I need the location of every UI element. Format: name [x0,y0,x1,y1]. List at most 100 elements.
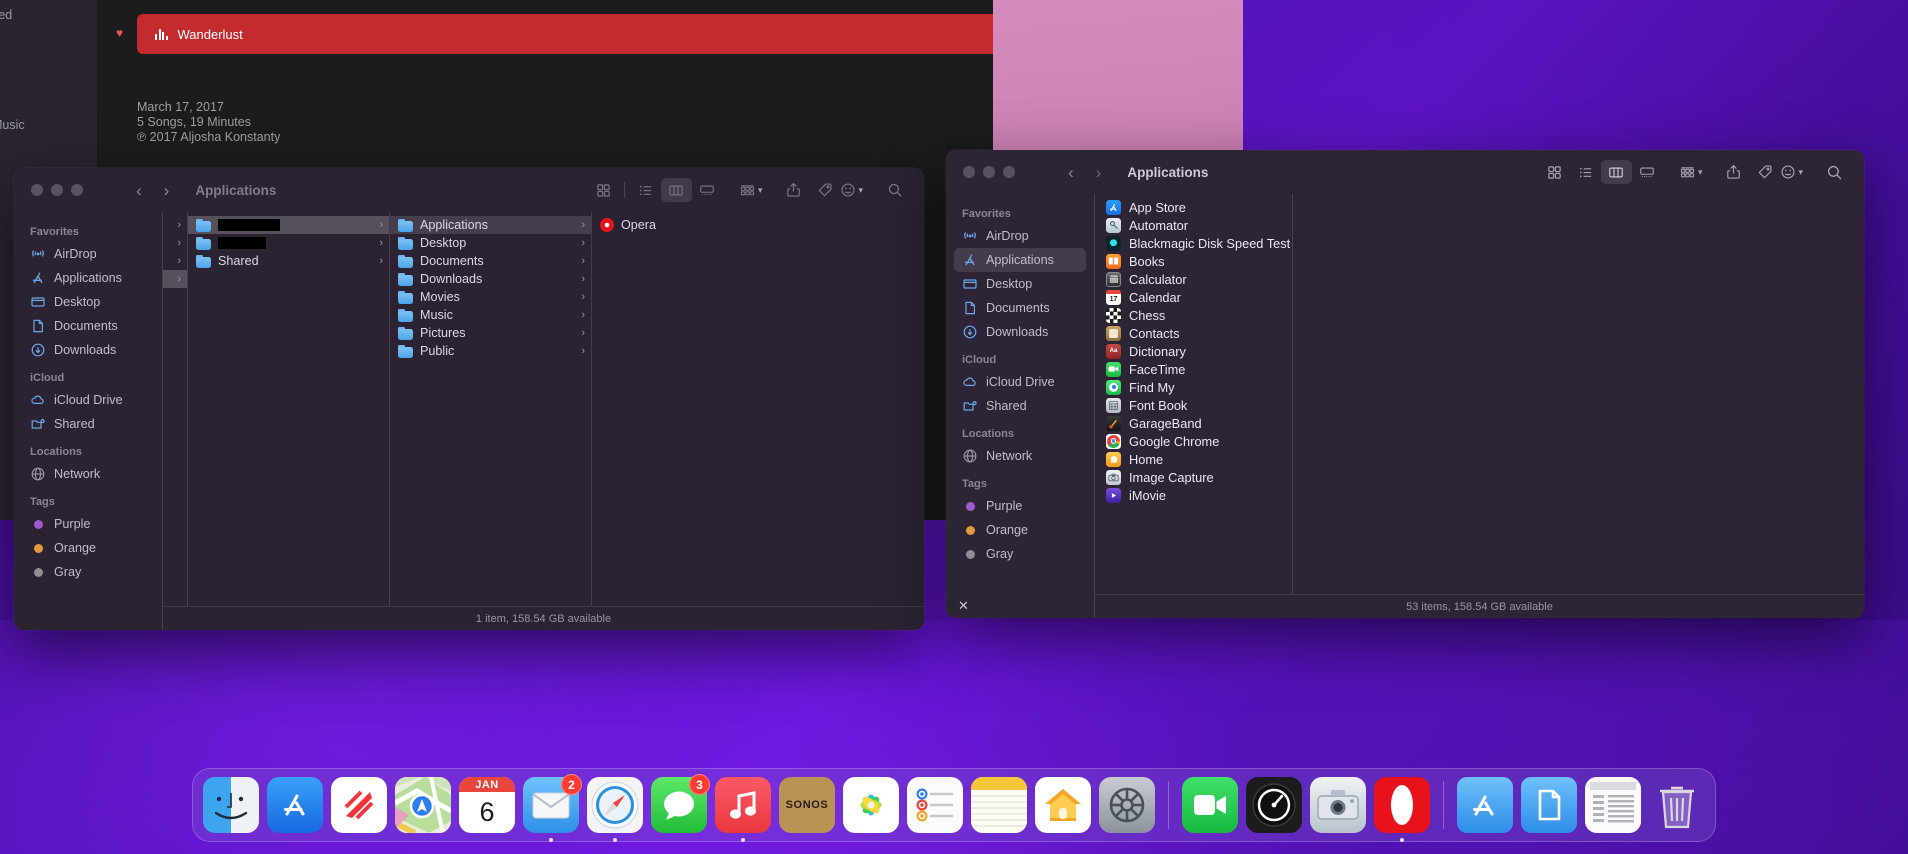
sidebar-item-desktop[interactable]: Desktop [22,290,154,314]
music-icon[interactable] [715,777,771,842]
music-sidebar-item-recently-played[interactable]: yed [0,8,12,22]
list-item[interactable]: Font Book [1095,396,1292,414]
column-row-desktop[interactable]: Desktop › [390,234,591,252]
maps-icon[interactable] [395,777,451,833]
preview-column[interactable] [1293,194,1864,594]
safari-icon[interactable] [587,777,643,842]
forward-button[interactable]: › [164,182,170,199]
column-row-music[interactable]: Music › [390,306,591,324]
tags-icon[interactable] [809,178,840,202]
column-row-documents[interactable]: Documents › [390,252,591,270]
applications-folder-icon[interactable] [1457,777,1513,833]
gallery-view-icon[interactable] [692,178,723,202]
list-item[interactable]: Find My [1095,378,1292,396]
list-view-icon[interactable] [1570,160,1601,184]
tags-icon[interactable] [1749,160,1780,184]
sidebar-item-network[interactable]: Network [954,444,1086,468]
finder-2-nav[interactable]: ‹ › [1068,164,1101,181]
sidebar-item-applications[interactable]: Applications [954,248,1086,272]
facetime-icon[interactable] [1182,777,1238,833]
grid-view-icon[interactable] [588,178,619,202]
column-row-pictures[interactable]: Pictures › [390,324,591,342]
column-3[interactable]: Opera [592,212,924,606]
finder-2-traffic-lights[interactable] [946,166,1046,178]
actions-icon[interactable]: ▾ [1780,160,1803,184]
column-row-arrow-selected[interactable]: › [163,270,187,288]
photos-icon[interactable] [843,777,899,833]
app-store-icon[interactable] [267,777,323,833]
finder-1-nav[interactable]: ‹ › [136,182,169,199]
list-item[interactable]: iMovie [1095,486,1292,504]
messages-icon[interactable]: 3 [651,774,710,833]
close-icon[interactable]: ✕ [958,598,969,614]
list-view-icon[interactable] [630,178,661,202]
sidebar-item-airdrop[interactable]: AirDrop [954,224,1086,248]
list-item[interactable]: Books [1095,252,1292,270]
finder-1-sidebar[interactable]: Favorites AirDrop Applications Desktop D… [14,212,162,630]
column-row-downloads[interactable]: Downloads › [390,270,591,288]
sidebar-item-tag-purple[interactable]: Purple [22,512,154,536]
sidebar-item-icloud-drive[interactable]: iCloud Drive [22,388,154,412]
list-item[interactable]: Calculator [1095,270,1292,288]
maximize-button[interactable] [1003,166,1015,178]
sidebar-item-tag-purple[interactable]: Purple [954,494,1086,518]
actions-icon[interactable]: ▾ [840,178,863,202]
sonos-icon[interactable]: SONOS [779,777,835,833]
column-row-redacted-2[interactable]: › [188,234,389,252]
column-row-movies[interactable]: Movies › [390,288,591,306]
sidebar-item-desktop[interactable]: Desktop [954,272,1086,296]
list-item[interactable]: FaceTime [1095,360,1292,378]
documents-folder-icon[interactable] [1521,777,1577,833]
finder-1-toolbar[interactable]: ▾ ▾ [588,178,924,202]
search-icon[interactable] [879,178,910,202]
close-button[interactable] [31,184,43,196]
system-preferences-icon[interactable] [1099,777,1155,833]
column-row-arrow[interactable]: › [163,234,187,252]
mail-icon[interactable]: 2 [523,774,582,842]
sidebar-item-shared[interactable]: Shared [22,412,154,436]
reminders-icon[interactable] [907,777,963,833]
share-icon[interactable] [778,178,809,202]
grid-view-icon[interactable] [1539,160,1570,184]
list-item[interactable]: Automator [1095,216,1292,234]
search-icon[interactable] [1819,160,1850,184]
list-item[interactable]: Chess [1095,306,1292,324]
list-item[interactable]: GarageBand [1095,414,1292,432]
column-row-arrow[interactable]: › [163,216,187,234]
finder-2-titlebar[interactable]: ‹ › Applications ▾ ▾ [946,150,1864,194]
column-row-public[interactable]: Public › [390,342,591,360]
opera-icon[interactable] [1374,777,1430,842]
maximize-button[interactable] [71,184,83,196]
notes-icon[interactable] [971,777,1027,833]
applications-list-column[interactable]: App Store Automator Blackmagic Disk Spee… [1095,194,1293,594]
sidebar-item-airdrop[interactable]: AirDrop [22,242,154,266]
share-icon[interactable] [1718,160,1749,184]
finder-window-1[interactable]: ‹ › Applications ▾ ▾ Favorites AirDrop A… [14,168,924,630]
downloads-stack-icon[interactable] [1585,777,1641,833]
column-row-arrow[interactable]: › [163,252,187,270]
gallery-view-icon[interactable] [1632,160,1663,184]
column-row-opera[interactable]: Opera [592,216,924,234]
column-row-redacted-1[interactable]: › [188,216,389,234]
column-view-icon[interactable] [1600,160,1632,184]
sidebar-item-downloads[interactable]: Downloads [22,338,154,362]
column-0-partial[interactable]: › › › › [163,212,188,606]
column-view-icon[interactable] [660,178,692,202]
music-sidebar-item-music[interactable]: Music [0,118,25,132]
finder-1-titlebar[interactable]: ‹ › Applications ▾ ▾ [14,168,924,212]
sidebar-item-applications[interactable]: Applications [22,266,154,290]
sidebar-item-tag-orange[interactable]: Orange [954,518,1086,542]
column-2[interactable]: Applications › Desktop › Documents › Dow… [390,212,592,606]
list-item[interactable]: Image Capture [1095,468,1292,486]
calendar-icon[interactable]: JAN 6 [459,777,515,833]
group-by-icon[interactable]: ▾ [1679,160,1702,184]
image-capture-icon[interactable] [1310,777,1366,833]
column-1[interactable]: › › Shared › [188,212,390,606]
forward-button[interactable]: › [1096,164,1102,181]
list-item[interactable]: Aa Dictionary [1095,342,1292,360]
trash-icon[interactable] [1649,777,1705,833]
sidebar-item-tag-gray[interactable]: Gray [954,542,1086,566]
sidebar-item-tag-gray[interactable]: Gray [22,560,154,584]
finder-window-2[interactable]: ‹ › Applications ▾ ▾ Favorites AirDrop A… [946,150,1864,618]
sidebar-item-documents[interactable]: Documents [954,296,1086,320]
